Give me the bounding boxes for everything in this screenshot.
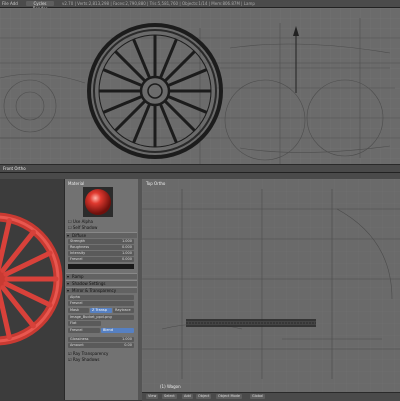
fresnel-label: Fresnel xyxy=(70,257,83,261)
tab-raytrace[interactable]: Raytrace xyxy=(113,308,134,313)
strength-value: 1.000 xyxy=(121,239,132,243)
menu-add-bottom[interactable]: Add xyxy=(182,394,193,399)
tab-mask[interactable]: Mask xyxy=(68,308,89,313)
amount-value: 0.00 xyxy=(124,343,132,347)
tab-mask-label: Mask xyxy=(70,308,80,312)
render-engine-select[interactable]: Cycles Render xyxy=(26,1,54,11)
fresnel-value: 0.000 xyxy=(121,257,132,261)
self-shadow-label: Self Shadow xyxy=(72,225,98,230)
alpha-label: Alpha xyxy=(70,295,80,299)
panel-header: Material xyxy=(68,181,85,186)
material-preview xyxy=(83,187,113,217)
viewport-header: Front Ortho xyxy=(0,164,400,172)
intensity-field[interactable]: Intensity 1.000 xyxy=(68,251,134,256)
tab-blend-label: Blend xyxy=(103,328,113,332)
front-viewport[interactable]: Front Ortho xyxy=(0,8,400,172)
use-alpha-label: Use Alpha xyxy=(72,219,93,224)
transparency-section[interactable]: Mirror & Transparency xyxy=(66,287,137,294)
menu-view[interactable]: View xyxy=(146,394,159,399)
ray-shadows-label: Ray Shadows xyxy=(72,357,100,362)
strength-label: Strength xyxy=(70,239,86,243)
mapping-label: Flat xyxy=(70,321,77,325)
tab-raytrace-label: Raytrace xyxy=(115,308,131,312)
roughness-label: Roughness xyxy=(70,245,90,249)
object-label: (1) Wagon xyxy=(160,384,181,389)
roughness-field[interactable]: Roughness 0.000 xyxy=(68,245,134,250)
scene-stats: v2.70 | Verts:2,813,298 | Faces:2,790,88… xyxy=(62,1,255,6)
diffuse-section[interactable]: Diffuse xyxy=(66,232,137,239)
info-header: File Add Cycles Render v2.70 | Verts:2,8… xyxy=(0,0,400,11)
glossiness-field[interactable]: Glossiness 1.000 xyxy=(68,337,134,342)
view-label-bottom: Top Ortho xyxy=(146,181,166,186)
tab-fresnel[interactable]: Fresnel xyxy=(68,328,100,333)
red-wheel-render xyxy=(0,179,64,400)
alpha-field[interactable]: Alpha xyxy=(68,295,134,300)
wheel-top-profile[interactable] xyxy=(186,319,316,327)
preview-sphere xyxy=(85,189,111,215)
menu-object[interactable]: Object xyxy=(196,394,212,399)
tab-z-transp-label: Z Transp xyxy=(92,308,107,312)
strength-field[interactable]: Strength 1.000 xyxy=(68,239,134,244)
fresnel-transp-label: Fresnel xyxy=(70,301,83,305)
transparency-label: Mirror & Transparency xyxy=(72,288,117,293)
diffuse-label: Diffuse xyxy=(72,233,87,238)
render-preview xyxy=(0,179,64,400)
mapping-select[interactable]: Flat xyxy=(68,321,101,326)
roughness-value: 0.000 xyxy=(121,245,132,249)
menu-add[interactable]: Add xyxy=(10,1,18,6)
tab-fresnel-label: Fresnel xyxy=(70,328,83,332)
ramp-label: Ramp xyxy=(72,274,84,279)
blueprint-drawing xyxy=(0,8,400,172)
glossiness-value: 1.000 xyxy=(121,337,132,341)
fresnel-transp-field[interactable]: Fresnel xyxy=(68,301,134,306)
tab-z-transp[interactable]: Z Transp xyxy=(90,308,112,313)
amount-label: Amount xyxy=(70,343,84,347)
ramp-section[interactable]: Ramp xyxy=(66,273,137,280)
amount-field[interactable]: Amount 0.00 xyxy=(68,343,134,348)
shadow-label: Shadow Settings xyxy=(72,281,106,286)
top-blueprint xyxy=(142,179,400,392)
ray-transparency-label: Ray Transparency xyxy=(72,351,109,356)
view-label: Front Ortho xyxy=(3,166,26,171)
ray-shadows-toggle[interactable]: ☑ Ray Shadows xyxy=(68,357,100,363)
menu-select[interactable]: Select xyxy=(162,394,177,399)
menu-file[interactable]: File xyxy=(2,1,9,6)
pivot-select[interactable]: Global xyxy=(250,394,266,399)
properties-panel: Material ☐ Use Alpha ☐ Self Shadow Diffu… xyxy=(64,179,140,400)
fresnel-field[interactable]: Fresnel 0.000 xyxy=(68,257,134,262)
shadow-section[interactable]: Shadow Settings xyxy=(66,280,137,287)
mode-select[interactable]: Object Mode xyxy=(216,394,243,399)
glossiness-label: Glossiness xyxy=(70,337,89,341)
intensity-label: Intensity xyxy=(70,251,86,255)
color-ramp-bar[interactable] xyxy=(68,264,134,269)
top-viewport[interactable]: Top Ortho (1) Wagon xyxy=(142,179,400,392)
tab-blend[interactable]: Blend xyxy=(101,328,134,333)
image-field[interactable]: Image_Bucket_ppvl.png xyxy=(68,315,134,320)
image-field-label: Image_Bucket_ppvl.png xyxy=(70,315,112,319)
self-shadow-checkbox[interactable]: ☐ Self Shadow xyxy=(68,225,97,231)
intensity-value: 1.000 xyxy=(121,251,132,255)
